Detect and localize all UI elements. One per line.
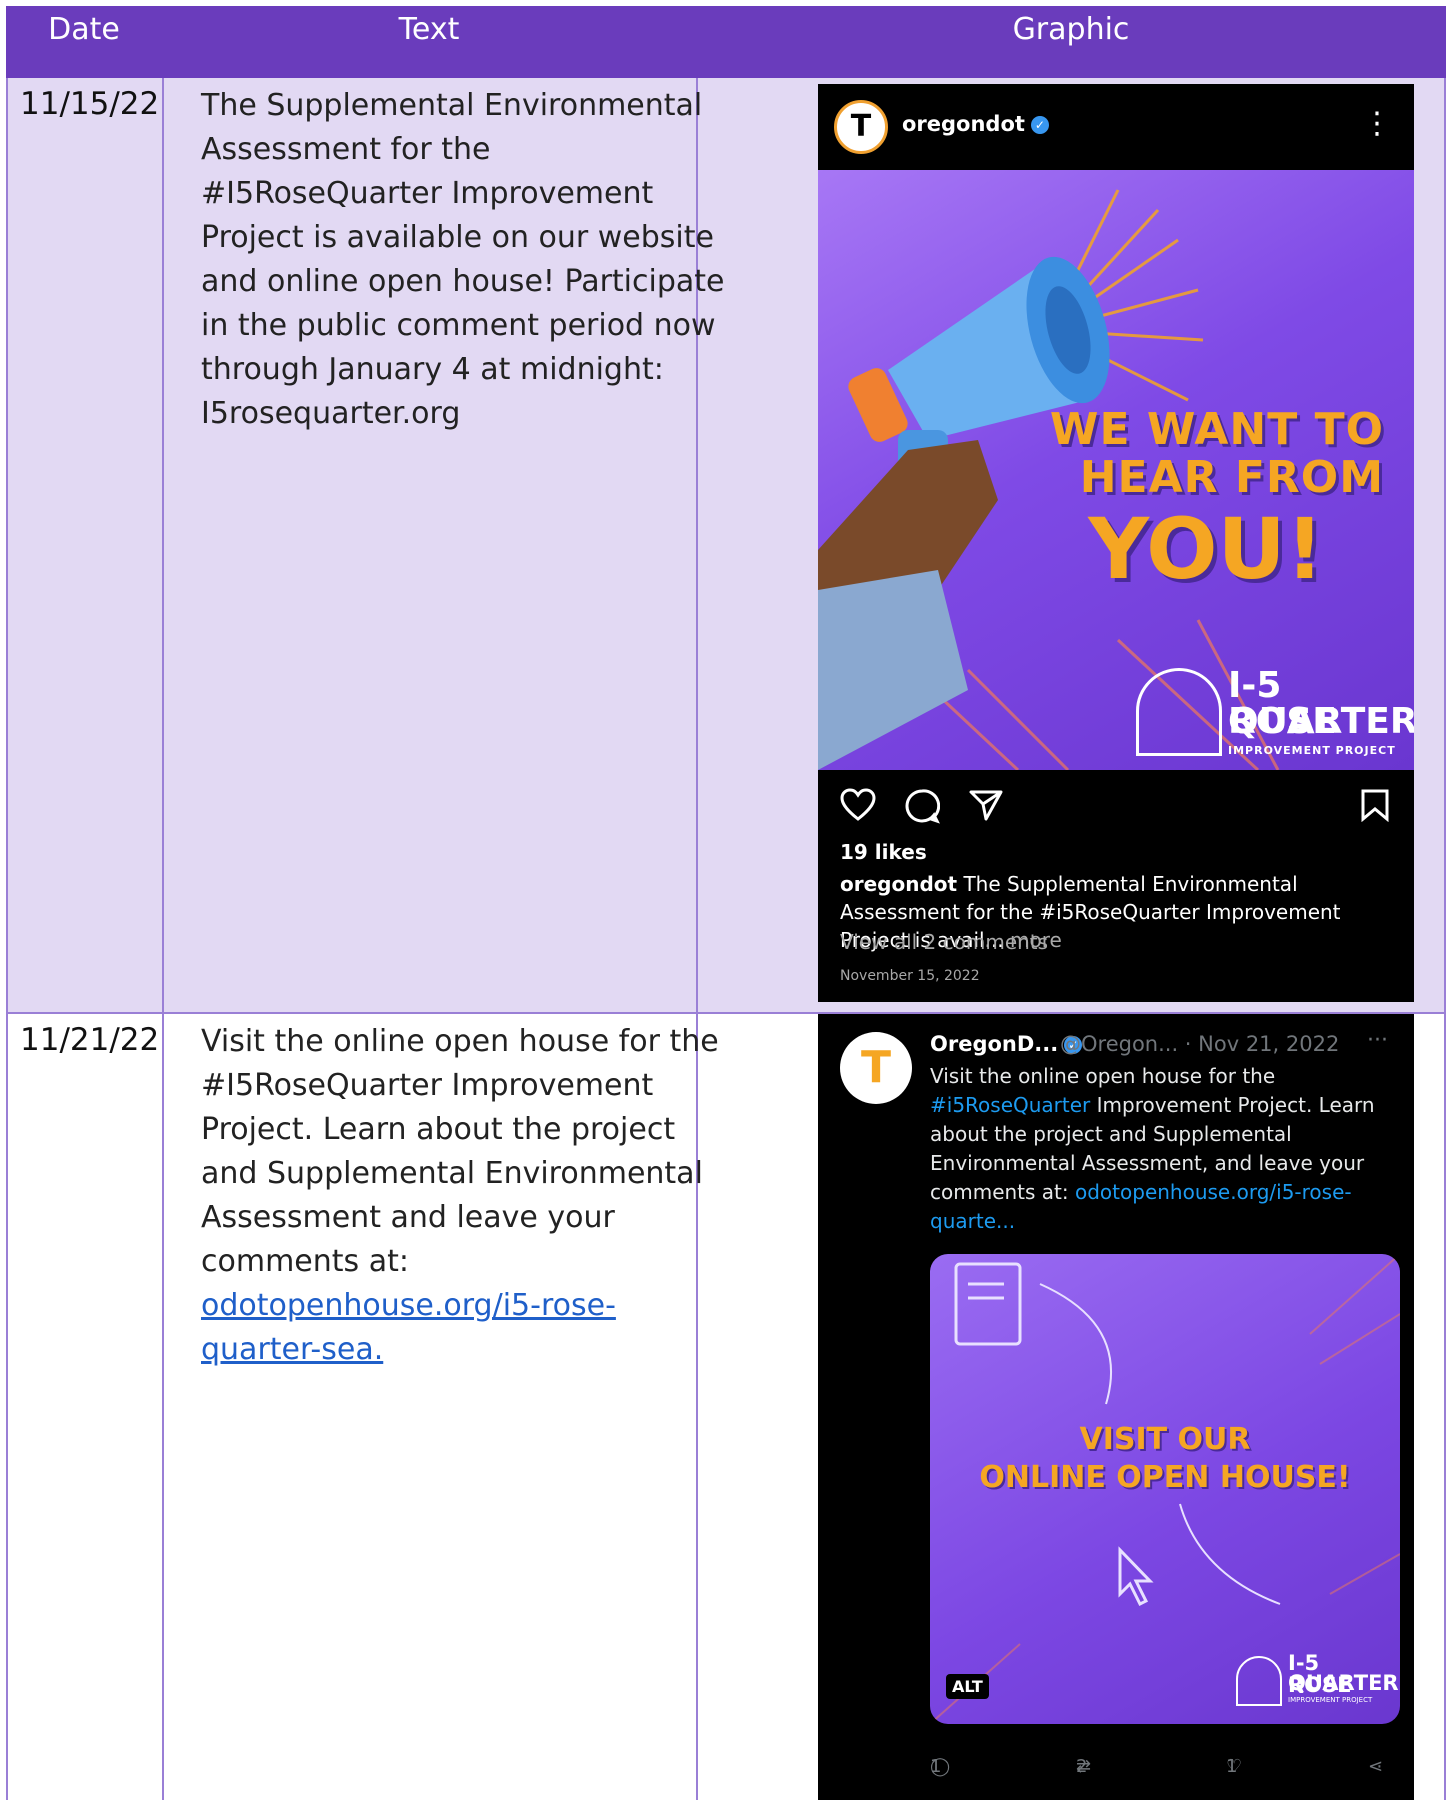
visit-headline: VISIT OUR <box>1079 1422 1251 1457</box>
headline: WE WANT TO HEAR FROM <box>1049 404 1384 503</box>
bookmark-icon[interactable] <box>1360 788 1390 822</box>
likes-count[interactable]: 19 likes <box>840 840 927 864</box>
open-house-link[interactable]: odotopenhouse.org/i5-rose-quarter-sea. <box>201 1288 616 1367</box>
post-image: WE WANT TO HEAR FROM YOU! I-5 ROSE QUARTE… <box>818 170 1414 770</box>
comment-icon[interactable] <box>904 788 940 824</box>
header-date: Date <box>48 12 120 47</box>
tweet-image[interactable]: VISIT OUR ONLINE OPEN HOUSE! ALT I-5 ROS… <box>930 1254 1400 1724</box>
heart-icon[interactable] <box>840 788 876 822</box>
view-comments-link[interactable]: View all 2 comments <box>840 930 1048 954</box>
alt-badge[interactable]: ALT <box>946 1674 989 1699</box>
rose-quarter-logo: I-5 ROSE QUARTER IMPROVEMENT PROJECT <box>1236 1652 1399 1708</box>
username[interactable]: oregondot ✓ <box>902 112 1049 136</box>
hashtag-link[interactable]: #i5RoseQuarter <box>930 1093 1090 1117</box>
handle-and-date: @Oregon... · Nov 21, 2022 <box>1060 1032 1340 1056</box>
post-header: T oregondot ✓ ⋮ <box>818 84 1414 170</box>
tweet-text: Visit the online open house for the #i5R… <box>930 1064 1375 1233</box>
row-text: The Supplemental Environmental Assessmen… <box>201 88 725 431</box>
share-icon[interactable]: ⋖ <box>1368 1756 1383 1777</box>
avatar[interactable]: T <box>834 100 888 154</box>
twitter-post: T OregonD... ✓ @Oregon... · Nov 21, 2022 … <box>818 1014 1414 1800</box>
rose-quarter-logo: I-5 ROSE QUARTER IMPROVEMENT PROJECT <box>1136 668 1414 758</box>
verified-icon: ✓ <box>1030 116 1049 134</box>
post-date: November 15, 2022 <box>840 968 980 984</box>
instagram-post: T oregondot ✓ ⋮ WE WANT TO HEAR FROM YOU! <box>818 84 1414 1002</box>
table-header: Date Text Graphic <box>6 6 1446 84</box>
header-graphic: Graphic <box>1012 12 1130 47</box>
share-icon[interactable] <box>968 788 1004 822</box>
row-date: 11/15/22 <box>20 86 160 122</box>
header-text: Text <box>398 12 460 47</box>
visit-subheadline: ONLINE OPEN HOUSE! <box>979 1460 1351 1495</box>
dome-icon <box>1236 1656 1282 1706</box>
more-options-icon[interactable]: ··· <box>1367 1028 1388 1053</box>
more-options-icon[interactable]: ⋮ <box>1362 106 1392 141</box>
dome-icon <box>1136 668 1222 756</box>
headline-you: YOU! <box>1088 500 1324 598</box>
avatar[interactable]: T <box>840 1032 912 1104</box>
row-text: Visit the online open house for the #I5R… <box>201 1024 719 1367</box>
tweet-actions: ◯ 1 ⇄ 2 ♡ 1 ⋖ <box>930 1756 1384 1777</box>
post-actions <box>818 770 1414 840</box>
row-date: 11/21/22 <box>20 1022 160 1058</box>
